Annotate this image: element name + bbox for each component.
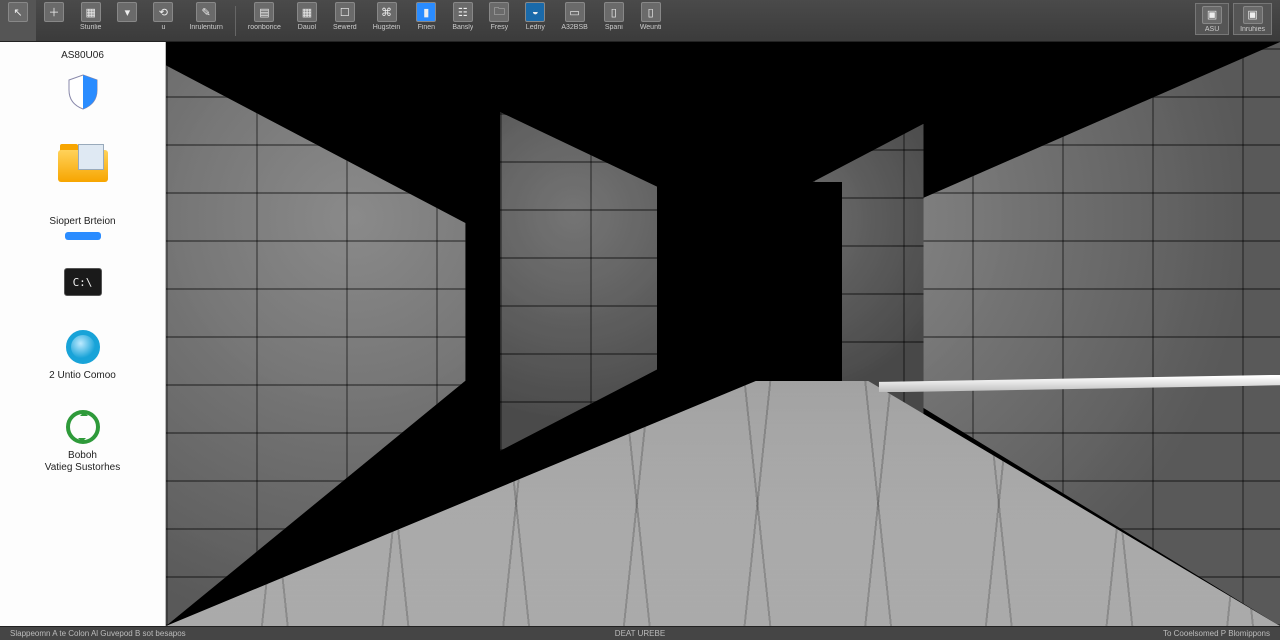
shield-icon (59, 68, 107, 116)
tb-right-b[interactable]: ▣ Inruhies (1233, 3, 1272, 35)
tb-label: Weunti (640, 24, 662, 31)
top-toolbar: ↖ ＋ ▦Sturilie ▾ ⟲u ✎Inrulenturn ▤roonbor… (0, 0, 1280, 42)
tb-label: Fresy (491, 24, 509, 31)
tb-rotate[interactable]: ⟲u (145, 0, 181, 41)
left-sidebar: AS80U06 Siopert Brteion C:\ 2 Untio Como… (0, 42, 166, 626)
flame-icon: ◒ (525, 2, 545, 22)
tb-label: Sewerd (333, 24, 357, 31)
toolbar-separator (235, 6, 236, 36)
tb-label: Ledny (526, 24, 545, 31)
tb-label: Dauol (298, 24, 316, 31)
sidebar-item-shield[interactable]: AS80U06 (0, 50, 165, 116)
folder-icon: 🗀 (489, 2, 509, 22)
tb-panel[interactable]: ▤ roonborice (240, 0, 289, 41)
corridor-opening (759, 182, 843, 386)
tb-label: Sturilie (80, 24, 101, 31)
sidebar-item-label: Boboh Vatieg Sustorhes (45, 450, 120, 474)
window-icon: ☐ (335, 2, 355, 22)
tb-label: A32BSB (561, 24, 587, 31)
grid-icon: ▦ (297, 2, 317, 22)
sidebar-item-terminal[interactable]: C:\ (0, 268, 165, 302)
sidebar-item-label: 2 Untio Comoo (49, 370, 116, 382)
sidebar-item-folder[interactable] (0, 144, 165, 188)
save-icon: ▦ (81, 2, 101, 22)
page-icon: ▯ (604, 2, 624, 22)
toolbar-center-group: ▤ roonborice ▦ Dauol ☐ Sewerd ⌘ Hugstein ▮ Fi… (240, 0, 1193, 41)
status-left: Slappeomn A te Colon Al Guvepod B sot be… (10, 629, 186, 638)
tb-cursor[interactable]: ↖ (0, 0, 36, 41)
cursor-icon: ↖ (8, 2, 28, 22)
file-icon: ▮ (416, 2, 436, 22)
toolbar-left-group: ↖ ＋ ▦Sturilie ▾ ⟲u ✎Inrulenturn (0, 0, 240, 41)
recycle-icon (66, 410, 100, 444)
tb-page[interactable]: ▯ Spani (596, 0, 632, 41)
b-icon: ▣ (1243, 6, 1263, 24)
status-right: To Cooelsomed P Blomippons (1163, 629, 1270, 638)
tb-label: u (161, 24, 165, 31)
status-center: DEAT UREBE (615, 629, 665, 638)
a-icon: ▣ (1202, 6, 1222, 24)
tb-label: Inruhies (1240, 26, 1265, 32)
sidebar-item-label: Siopert Brteion (49, 216, 115, 228)
rotate-icon: ⟲ (153, 2, 173, 22)
status-bar: Slappeomn A te Colon Al Guvepod B sot be… (0, 626, 1280, 640)
toolbar-right-group: ▣ ASU ▣ Inruhies (1193, 0, 1280, 41)
tb-label: Hugstein (373, 24, 401, 31)
tb-right-a[interactable]: ▣ ASU (1195, 3, 1229, 35)
display-icon: ▭ (565, 2, 585, 22)
tb-window[interactable]: ☐ Sewerd (325, 0, 365, 41)
script-icon: ⌘ (377, 2, 397, 22)
sidebar-item-disc[interactable]: 2 Untio Comoo (0, 330, 165, 382)
progress-pill-icon (65, 232, 101, 240)
main-area: AS80U06 Siopert Brteion C:\ 2 Untio Como… (0, 42, 1280, 626)
page2-icon: ▯ (641, 2, 661, 22)
sidebar-item-label: AS80U06 (61, 50, 104, 62)
tb-label: Finen (418, 24, 436, 31)
disc-icon (66, 330, 100, 364)
tb-tool[interactable]: ✎ Inrulenturn (181, 0, 230, 41)
tb-network[interactable]: ☷ Bansly (444, 0, 481, 41)
tool-icon: ✎ (196, 2, 216, 22)
tb-flame[interactable]: ◒ Ledny (517, 0, 553, 41)
tb-page2[interactable]: ▯ Weunti (632, 0, 670, 41)
tb-label: roonborice (248, 24, 281, 31)
tb-drop[interactable]: ▾ (109, 0, 145, 41)
folder-open-icon (58, 144, 108, 182)
tb-file[interactable]: ▮ Finen (408, 0, 444, 41)
tb-grid[interactable]: ▦ Dauol (289, 0, 325, 41)
tb-add[interactable]: ＋ (36, 0, 72, 41)
network-icon: ☷ (453, 2, 473, 22)
tb-script[interactable]: ⌘ Hugstein (365, 0, 409, 41)
tb-label: Bansly (452, 24, 473, 31)
chevron-down-icon: ▾ (117, 2, 137, 22)
tb-folder[interactable]: 🗀 Fresy (481, 0, 517, 41)
terminal-icon: C:\ (64, 268, 102, 296)
tb-save[interactable]: ▦ Sturilie (72, 0, 109, 41)
panel-icon: ▤ (254, 2, 274, 22)
tb-display[interactable]: ▭ A32BSB (553, 0, 595, 41)
sidebar-item-support[interactable]: Siopert Brteion (0, 216, 165, 240)
tb-label: ASU (1205, 26, 1219, 32)
sidebar-item-recycle[interactable]: Boboh Vatieg Sustorhes (0, 410, 165, 474)
tb-label: Inrulenturn (189, 24, 222, 31)
3d-viewport[interactable] (166, 42, 1280, 626)
plus-icon: ＋ (44, 2, 64, 22)
tb-label: Spani (605, 24, 623, 31)
